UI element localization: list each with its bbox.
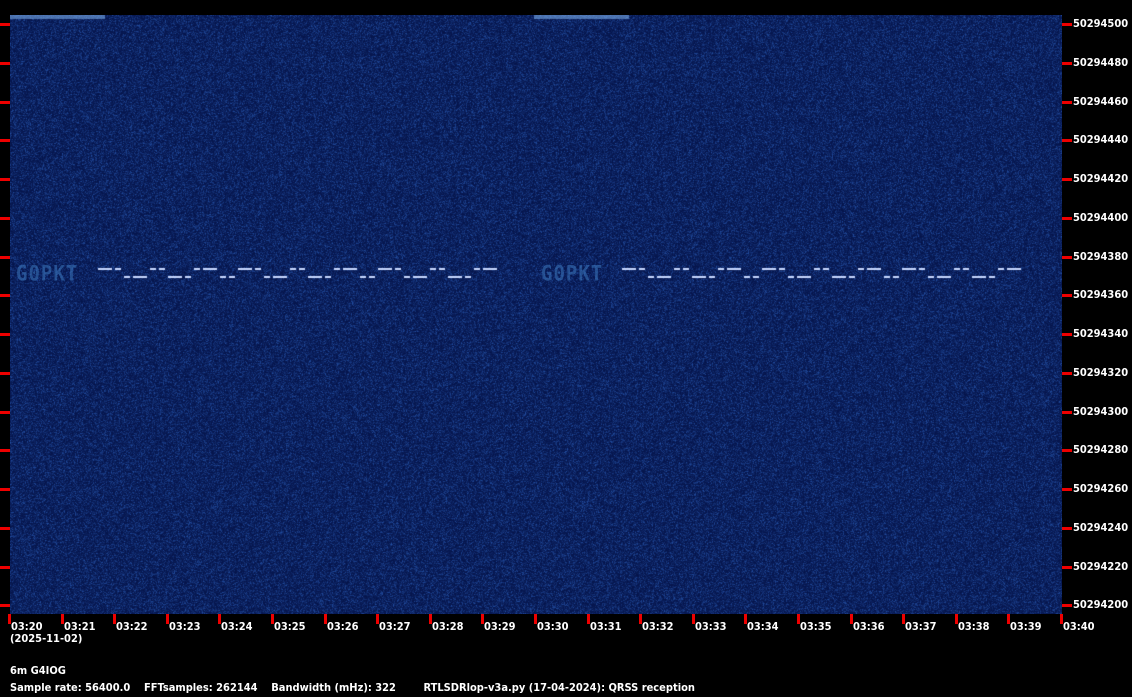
x-tick-label: 03:30 (537, 620, 569, 633)
y-tick-label: 50294300 (1073, 405, 1128, 418)
x-tick-label: 03:37 (905, 620, 937, 633)
y-tick-right (1062, 256, 1072, 259)
y-tick-right (1062, 101, 1072, 104)
y-tick-label: 50294340 (1073, 327, 1128, 340)
x-tick-label: 03:39 (1010, 620, 1042, 633)
x-tick-label: 03:32 (642, 620, 674, 633)
y-tick-label: 50294420 (1073, 172, 1128, 185)
y-tick-left (0, 62, 10, 65)
y-tick-left (0, 488, 10, 491)
y-tick-label: 50294380 (1073, 250, 1128, 263)
x-tick-label: 03:38 (958, 620, 990, 633)
y-tick-right (1062, 449, 1072, 452)
y-tick-right (1062, 23, 1072, 26)
y-tick-left (0, 566, 10, 569)
y-tick-left (0, 294, 10, 297)
y-tick-right (1062, 62, 1072, 65)
y-tick-right (1062, 178, 1072, 181)
y-tick-right (1062, 488, 1072, 491)
y-tick-label: 50294280 (1073, 443, 1128, 456)
x-tick-label: 03:33 (695, 620, 727, 633)
y-tick-label: 50294440 (1073, 133, 1128, 146)
y-tick-right (1062, 217, 1072, 220)
y-tick-label: 50294220 (1073, 560, 1128, 573)
y-tick-left (0, 333, 10, 336)
y-tick-left (0, 256, 10, 259)
y-tick-right (1062, 527, 1072, 530)
x-tick-label: 03:34 (747, 620, 779, 633)
y-tick-right (1062, 294, 1072, 297)
signal-callsign-2: G0PKT (541, 262, 603, 286)
y-tick-right (1062, 139, 1072, 142)
y-tick-right (1062, 372, 1072, 375)
x-tick-label: 03:36 (853, 620, 885, 633)
y-tick-left (0, 139, 10, 142)
y-tick-label: 50294460 (1073, 95, 1128, 108)
y-tick-label: 50294200 (1073, 598, 1128, 611)
x-tick-label: 03:31 (590, 620, 622, 633)
spectrogram-waterfall (10, 15, 1062, 614)
y-tick-left (0, 23, 10, 26)
x-tick-label: 03:23 (169, 620, 201, 633)
y-tick-right (1062, 566, 1072, 569)
x-tick-label: 03:26 (327, 620, 359, 633)
info-line: Sample rate: 56400.0 FFTsamples: 262144 … (10, 681, 695, 694)
x-tick-label: 03:25 (274, 620, 306, 633)
y-tick-label: 50294400 (1073, 211, 1128, 224)
y-tick-left (0, 178, 10, 181)
y-tick-right (1062, 411, 1072, 414)
y-tick-left (0, 217, 10, 220)
y-tick-label: 50294480 (1073, 56, 1128, 69)
x-tick-label: 03:29 (484, 620, 516, 633)
x-tick-label: 03:27 (379, 620, 411, 633)
y-tick-left (0, 527, 10, 530)
y-tick-left (0, 101, 10, 104)
y-tick-left (0, 372, 10, 375)
x-tick-label: 03:22 (116, 620, 148, 633)
y-tick-label: 50294360 (1073, 288, 1128, 301)
y-tick-label: 50294320 (1073, 366, 1128, 379)
y-tick-label: 50294240 (1073, 521, 1128, 534)
signal-callsign-1: G0PKT (16, 262, 78, 286)
y-tick-left (0, 604, 10, 607)
y-tick-label: 50294500 (1073, 17, 1128, 30)
x-tick-label: 03:24 (221, 620, 253, 633)
station-label: 6m G4IOG (10, 664, 66, 677)
y-tick-right (1062, 333, 1072, 336)
x-tick-label: 03:40 (1063, 620, 1095, 633)
y-tick-left (0, 411, 10, 414)
y-tick-right (1062, 604, 1072, 607)
x-tick-label: 03:35 (800, 620, 832, 633)
y-tick-label: 50294260 (1073, 482, 1128, 495)
x-tick-label: 03:28 (432, 620, 464, 633)
y-tick-left (0, 449, 10, 452)
date-label: (2025-11-02) (10, 632, 82, 645)
